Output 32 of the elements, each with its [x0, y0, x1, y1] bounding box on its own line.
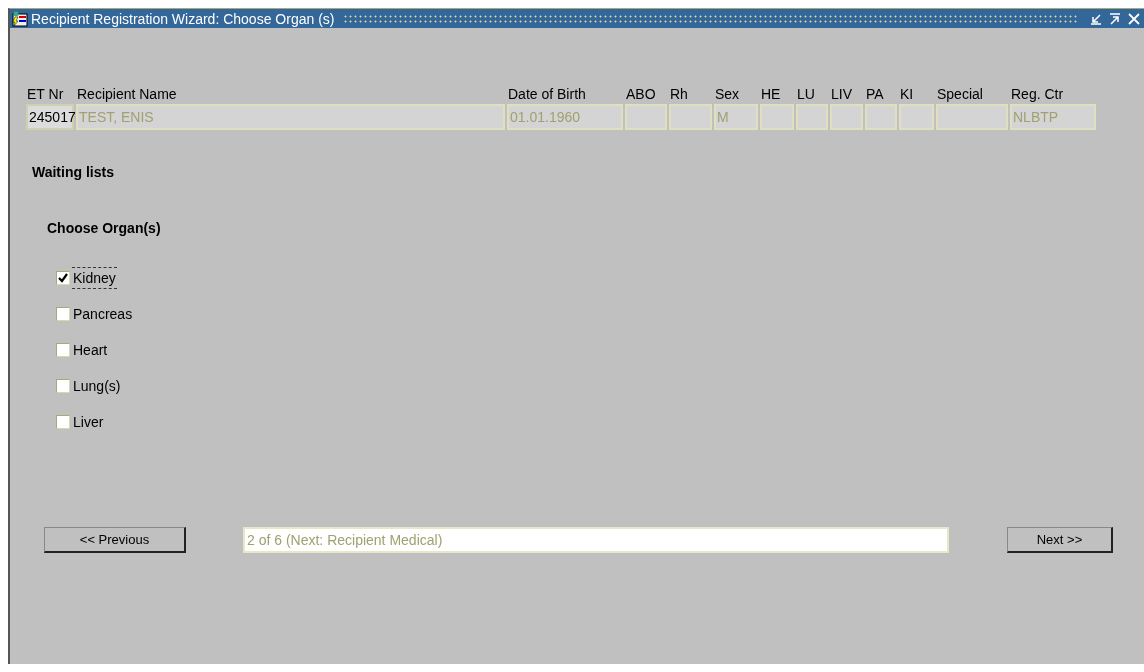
- section-subtitle: Choose Organ(s): [47, 220, 162, 236]
- field-label: Special: [936, 86, 984, 102]
- field-label: LU: [796, 86, 816, 102]
- checkbox-label[interactable]: Lung(s): [72, 375, 122, 397]
- field-label: Recipient Name: [76, 86, 178, 102]
- checkbox[interactable]: [56, 271, 70, 285]
- checkbox-label[interactable]: Pancreas: [72, 303, 134, 325]
- app-icon: [12, 10, 28, 27]
- checkbox-label[interactable]: Heart: [72, 339, 109, 361]
- field-label: Date of Birth: [507, 86, 587, 102]
- previous-button[interactable]: << Previous: [44, 527, 186, 553]
- checkbox[interactable]: [56, 415, 70, 429]
- checkbox-label[interactable]: Liver: [72, 411, 105, 433]
- checkbox-label[interactable]: Kidney: [72, 267, 117, 289]
- field-label: ABO: [625, 86, 657, 102]
- field-label: ET Nr: [26, 86, 65, 102]
- field-label: HE: [760, 86, 782, 102]
- section-title: Waiting lists: [32, 164, 115, 180]
- next-button[interactable]: Next >>: [1007, 527, 1113, 553]
- maximize-icon[interactable]: [1107, 10, 1123, 27]
- field-label: Sex: [714, 86, 741, 102]
- checkbox[interactable]: [56, 307, 70, 321]
- text-field[interactable]: 245017: [26, 104, 74, 130]
- field-label: Rh: [669, 86, 689, 102]
- field-label: PA: [865, 86, 885, 102]
- field-label: Reg. Ctr: [1010, 86, 1065, 102]
- checkbox[interactable]: [56, 379, 70, 393]
- field-label: KI: [899, 86, 915, 102]
- field-label: LIV: [830, 86, 853, 102]
- checkbox[interactable]: [56, 343, 70, 357]
- close-icon[interactable]: [1126, 10, 1142, 27]
- window-title: Recipient Registration Wizard: Choose Organ (s): [31, 10, 335, 27]
